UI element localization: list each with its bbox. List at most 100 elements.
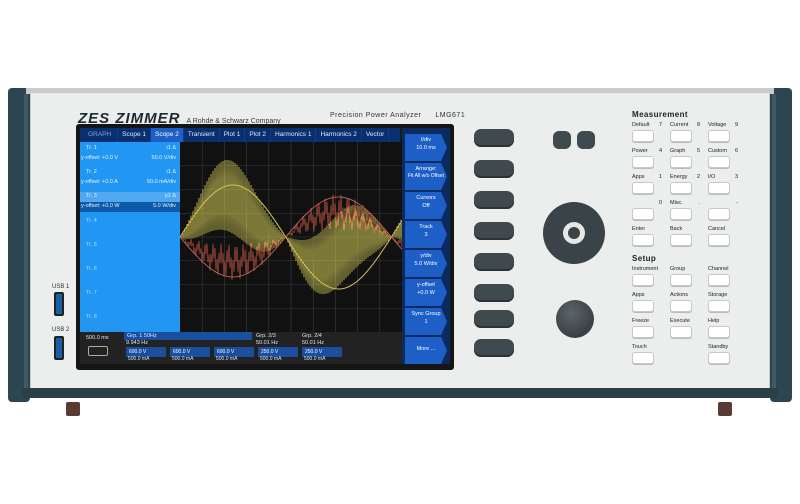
softkey-cursors[interactable]: Cursors Off <box>405 192 447 219</box>
usb2-port[interactable] <box>54 336 64 360</box>
key-label: Instrument <box>632 266 662 272</box>
key-label: Touch <box>632 344 662 350</box>
key-button[interactable] <box>632 326 654 338</box>
softkey-label: More ... <box>416 346 436 352</box>
hw-softkey-5[interactable] <box>474 253 514 271</box>
softkey-more[interactable]: More ... <box>405 337 447 364</box>
key-button[interactable] <box>708 300 730 312</box>
softkey-track[interactable]: Track 3 <box>405 221 447 248</box>
tab-plot-2[interactable]: Plot 2 <box>245 128 271 142</box>
key-label-text: Help <box>708 318 720 324</box>
softkey-label: y/div <box>420 253 432 259</box>
key-label-text: Execute <box>670 318 690 324</box>
usb1-port[interactable] <box>54 292 64 316</box>
status-group-2-freq: 50.01 Hz <box>256 340 279 346</box>
hw-softkey-6[interactable] <box>474 284 514 302</box>
softkey-value: Off <box>422 202 430 209</box>
softkey-t-div[interactable]: t/div 10.0 ms <box>405 134 447 161</box>
key-button[interactable] <box>708 234 730 246</box>
key-button[interactable] <box>708 326 730 338</box>
hw-softkey-4[interactable] <box>474 222 514 240</box>
key-button[interactable] <box>670 208 692 220</box>
channel-item-selected[interactable]: Tr. 3 p1 Δ y-offset: +0.0 W 5.0 W/div <box>80 192 180 212</box>
navigation-pad-center[interactable] <box>563 222 585 244</box>
key-number: 9 <box>734 122 738 128</box>
tab-scope-1[interactable]: Scope 1 <box>118 128 151 142</box>
key-button[interactable] <box>708 274 730 286</box>
key-button[interactable] <box>632 156 654 168</box>
key-button[interactable] <box>670 156 692 168</box>
channel-scale: 50.0 V/div <box>151 155 176 161</box>
key-button[interactable] <box>670 274 692 286</box>
hw-softkey-3[interactable] <box>474 191 514 209</box>
key-button[interactable] <box>632 352 654 364</box>
key-number: 5 <box>696 148 700 154</box>
status-time: 500.0 ms <box>86 335 109 341</box>
key-button[interactable] <box>708 352 730 364</box>
navigation-pad[interactable] <box>543 202 605 264</box>
channel-scale: 50.0 mA/div <box>146 179 176 185</box>
key-button[interactable] <box>632 234 654 246</box>
tab-transient[interactable]: Transient <box>184 128 220 142</box>
key-button[interactable] <box>708 182 730 194</box>
key-button[interactable] <box>632 274 654 286</box>
page-right-button[interactable] <box>577 131 595 149</box>
key-button[interactable] <box>670 326 692 338</box>
key-label-text: Instrument <box>632 266 658 272</box>
channel-item[interactable]: Tr. 5 <box>80 242 180 252</box>
softkey-value: +0.0 W <box>417 289 435 296</box>
tab-plot-1[interactable]: Plot 1 <box>220 128 246 142</box>
channel-item[interactable]: Tr. 2 i1 Δ y-offset: +0.0 A 50.0 mA/div <box>80 168 180 188</box>
softkey-arrange[interactable]: Arrange: Fit All w/o Offset <box>405 163 447 190</box>
key-button[interactable] <box>670 182 692 194</box>
tab-vector[interactable]: Vector <box>362 128 390 142</box>
key-button[interactable] <box>670 300 692 312</box>
key-button[interactable] <box>708 156 730 168</box>
key-label-text: Standby <box>708 344 729 350</box>
key-button[interactable] <box>670 234 692 246</box>
key-button[interactable] <box>632 208 654 220</box>
tab-harmonics-2[interactable]: Harmonics 2 <box>316 128 362 142</box>
softkey-sync-group[interactable]: Sync Group 1 <box>405 308 447 335</box>
key-label: Power 4 <box>632 148 662 154</box>
key-button[interactable] <box>708 130 730 142</box>
channel-item[interactable]: Tr. 6 <box>80 266 180 276</box>
hw-softkey-8[interactable] <box>474 339 514 357</box>
key-label: Back <box>670 226 700 232</box>
channel-item[interactable]: Tr. 7 <box>80 290 180 300</box>
key-button[interactable] <box>632 300 654 312</box>
measurement-title: Measurement <box>632 110 688 119</box>
rotary-knob[interactable] <box>556 300 594 338</box>
hw-softkey-2[interactable] <box>474 160 514 178</box>
key-button[interactable] <box>632 182 654 194</box>
channel-item[interactable]: Tr. 4 <box>80 218 180 228</box>
tab-scope-2[interactable]: Scope 2 <box>150 128 184 142</box>
channel-name: Tr. 2 <box>86 169 97 175</box>
key-button[interactable] <box>708 208 730 220</box>
key-button[interactable] <box>670 130 692 142</box>
scope-graph[interactable] <box>179 142 403 332</box>
softkey-y-offset[interactable]: y-offset +0.0 W <box>405 279 447 306</box>
key-label-text: Custom <box>708 148 727 154</box>
softkey-y-div[interactable]: y/div 5.0 W/div <box>405 250 447 277</box>
key-label: Voltage 9 <box>708 122 738 128</box>
hw-softkey-7[interactable] <box>474 310 514 328</box>
product-label: Precision Power Analyzer LMG671 <box>330 112 465 119</box>
channel-offset: y-offset: +0.0 V <box>81 155 119 161</box>
channel-item[interactable]: Tr. 1 i1 Δ y-offset: +0.0 V 50.0 V/div <box>80 144 180 164</box>
display-screen[interactable]: GRAPH Scope 1 Scope 2 Transient Plot 1 P… <box>80 128 450 364</box>
key-label: Help <box>708 318 738 324</box>
hw-softkey-1[interactable] <box>474 129 514 147</box>
key-label-text: Default <box>632 122 650 128</box>
key-label: Default 7 <box>632 122 662 128</box>
channel-item[interactable]: Tr. 8 <box>80 314 180 324</box>
key-label-text: Power <box>632 148 648 154</box>
key-button[interactable] <box>632 130 654 142</box>
tab-graph[interactable]: GRAPH <box>80 128 119 142</box>
status-group-3: Grp. 2/4 <box>302 333 322 339</box>
tab-harmonics-1[interactable]: Harmonics 1 <box>271 128 317 142</box>
key-label: Apps 1 <box>632 174 662 180</box>
page-left-button[interactable] <box>553 131 571 149</box>
status-group-1[interactable]: Grp. 1 50Hz <box>124 332 252 340</box>
right-handle <box>770 88 792 402</box>
